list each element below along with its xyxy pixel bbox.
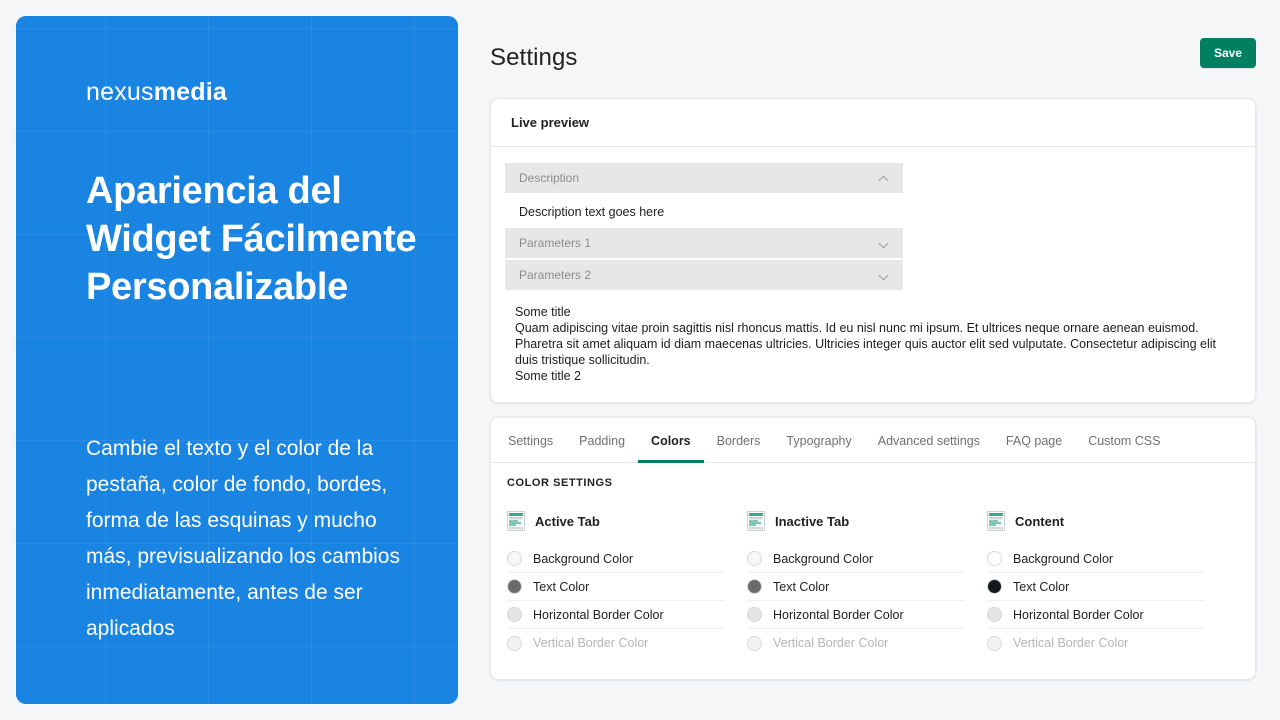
color-swatch — [987, 636, 1002, 651]
section-title: COLOR SETTINGS — [507, 477, 1239, 489]
promo-description: Cambie el texto y el color de la pestaña… — [86, 431, 418, 647]
widget-thumbnail-icon — [747, 511, 765, 531]
color-option-row: Vertical Border Color — [507, 629, 725, 657]
accordion-label: Parameters 2 — [519, 268, 591, 282]
chevron-down-icon — [879, 238, 889, 248]
color-swatch[interactable] — [507, 579, 522, 594]
tab-padding[interactable]: Padding — [566, 418, 638, 463]
color-option-label: Horizontal Border Color — [533, 608, 664, 622]
color-swatch[interactable] — [987, 607, 1002, 622]
color-option-label: Horizontal Border Color — [773, 608, 904, 622]
color-option-label: Horizontal Border Color — [1013, 608, 1144, 622]
settings-tabs: SettingsPaddingColorsBordersTypographyAd… — [491, 418, 1255, 463]
content-header: Settings Save — [490, 30, 1256, 84]
color-swatch — [747, 636, 762, 651]
accordion-header[interactable]: Parameters 2 — [505, 260, 903, 290]
accordion-label: Parameters 1 — [519, 236, 591, 250]
tab-borders[interactable]: Borders — [704, 418, 774, 463]
prose-paragraph: Quam adipiscing vitae proin sagittis nis… — [515, 320, 1231, 368]
color-column-title: Inactive Tab — [775, 514, 849, 529]
tab-custom-css[interactable]: Custom CSS — [1075, 418, 1173, 463]
color-column-title: Content — [1015, 514, 1064, 529]
color-columns: Active Tab Background Color Text Color Hori… — [507, 511, 1239, 657]
color-swatch[interactable] — [747, 551, 762, 566]
tab-colors[interactable]: Colors — [638, 418, 704, 463]
color-column: Content Background Color Text Color Horizon… — [987, 511, 1227, 657]
color-option-label: Text Color — [773, 580, 829, 594]
live-preview-heading: Live preview — [491, 99, 1255, 147]
promo-panel: nexusmedia Apariencia del Widget Fácilme… — [16, 16, 458, 704]
color-option-row[interactable]: Text Color — [507, 573, 725, 601]
color-swatch — [507, 636, 522, 651]
tab-advanced-settings[interactable]: Advanced settings — [865, 418, 993, 463]
main-content: Settings Save Live preview DescriptionDe… — [474, 0, 1280, 720]
color-swatch[interactable] — [747, 579, 762, 594]
save-button[interactable]: Save — [1200, 38, 1256, 68]
color-option-row[interactable]: Background Color — [987, 545, 1205, 573]
color-option-row[interactable]: Horizontal Border Color — [987, 601, 1205, 629]
color-column: Active Tab Background Color Text Color Hori… — [507, 511, 747, 657]
tab-faq-page[interactable]: FAQ page — [993, 418, 1075, 463]
widget-preview: Description Description text goes here Par… — [505, 163, 903, 290]
live-preview-card: Live preview Description Description text… — [490, 98, 1256, 403]
color-option-label: Background Color — [773, 552, 873, 566]
chevron-down-icon — [879, 270, 889, 280]
prose-title-2: Some title 2 — [515, 368, 1231, 384]
color-option-label: Background Color — [1013, 552, 1113, 566]
color-swatch[interactable] — [507, 551, 522, 566]
preview-prose: Some title Quam adipiscing vitae proin s… — [505, 292, 1241, 386]
color-column-header: Content — [987, 511, 1205, 531]
chevron-up-icon — [879, 173, 889, 183]
color-option-label: Vertical Border Color — [1013, 636, 1128, 650]
color-option-label: Vertical Border Color — [533, 636, 648, 650]
color-option-label: Text Color — [533, 580, 589, 594]
color-option-row[interactable]: Horizontal Border Color — [747, 601, 965, 629]
accordion-header[interactable]: Parameters 1 — [505, 228, 903, 258]
color-option-row[interactable]: Background Color — [507, 545, 725, 573]
color-option-row[interactable]: Background Color — [747, 545, 965, 573]
tab-settings[interactable]: Settings — [495, 418, 566, 463]
brand-logo-bold: media — [154, 78, 227, 106]
color-swatch[interactable] — [747, 607, 762, 622]
app-root: nexusmedia Apariencia del Widget Fácilme… — [0, 0, 1280, 720]
color-column-header: Inactive Tab — [747, 511, 965, 531]
prose-title-1: Some title — [515, 304, 1231, 320]
color-option-row[interactable]: Text Color — [987, 573, 1205, 601]
promo-headline: Apariencia del Widget Fácilmente Persona… — [86, 167, 418, 311]
widget-thumbnail-icon — [507, 511, 525, 531]
settings-card: SettingsPaddingColorsBordersTypographyAd… — [490, 417, 1256, 680]
tab-typography[interactable]: Typography — [773, 418, 864, 463]
accordion-header[interactable]: Description — [505, 163, 903, 193]
brand-logo: nexusmedia — [86, 78, 418, 107]
color-option-row: Vertical Border Color — [987, 629, 1205, 657]
color-column-header: Active Tab — [507, 511, 725, 531]
color-column: Inactive Tab Background Color Text Color Ho… — [747, 511, 987, 657]
color-option-label: Text Color — [1013, 580, 1069, 594]
brand-logo-light: nexus — [86, 78, 154, 106]
color-column-title: Active Tab — [535, 514, 600, 529]
settings-panel-colors: COLOR SETTINGS Active Tab Background Colo… — [491, 463, 1255, 679]
color-swatch[interactable] — [507, 607, 522, 622]
page-title: Settings — [490, 30, 578, 73]
color-option-label: Background Color — [533, 552, 633, 566]
color-option-label: Vertical Border Color — [773, 636, 888, 650]
color-swatch[interactable] — [987, 579, 1002, 594]
color-swatch[interactable] — [987, 551, 1002, 566]
color-option-row[interactable]: Text Color — [747, 573, 965, 601]
accordion-content: Description text goes here — [505, 195, 903, 228]
color-option-row[interactable]: Horizontal Border Color — [507, 601, 725, 629]
accordion-label: Description — [519, 171, 579, 185]
live-preview-body: Description Description text goes here Par… — [491, 147, 1255, 402]
widget-thumbnail-icon — [987, 511, 1005, 531]
color-option-row: Vertical Border Color — [747, 629, 965, 657]
